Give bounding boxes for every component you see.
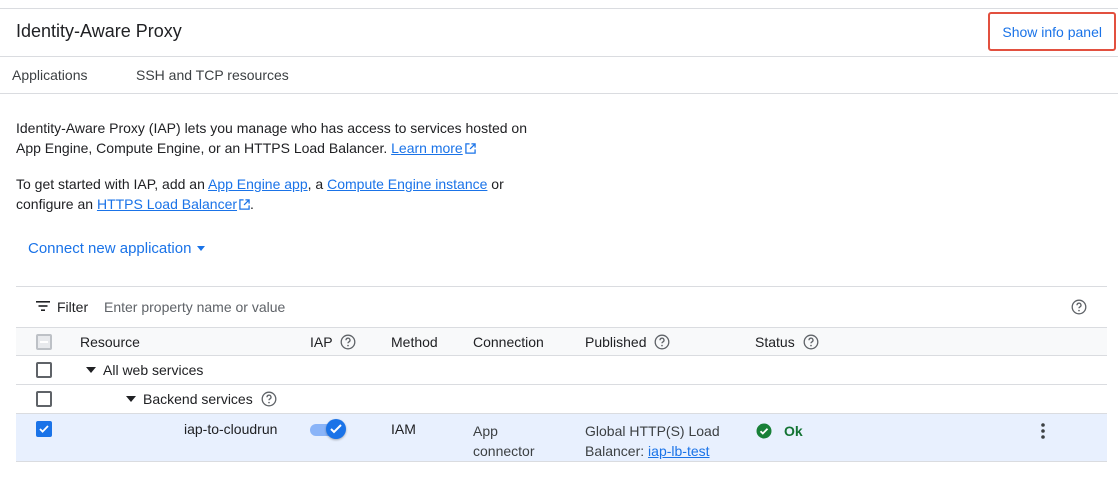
- tab-ssh-tcp-resources[interactable]: SSH and TCP resources: [136, 67, 289, 83]
- page-header: Identity-Aware Proxy Show info panel: [0, 9, 1118, 57]
- expand-arrow-icon[interactable]: [126, 396, 136, 402]
- connect-new-application-button[interactable]: Connect new application: [28, 240, 206, 257]
- backend-help-icon[interactable]: [261, 391, 277, 407]
- status-help-icon[interactable]: [803, 334, 819, 350]
- table-row-all-web-services[interactable]: All web services: [16, 356, 1107, 385]
- row-checkbox[interactable]: [36, 362, 52, 378]
- page-title: Identity-Aware Proxy: [16, 21, 182, 41]
- check-icon: [330, 424, 342, 434]
- caret-down-icon: [197, 246, 206, 251]
- row-checkbox-checked[interactable]: [36, 421, 52, 437]
- column-iap-label: IAP: [310, 334, 333, 350]
- or-text: or: [487, 176, 504, 192]
- status-text: Ok: [784, 423, 803, 439]
- filter-input[interactable]: [102, 295, 1002, 319]
- group-label: Backend services: [143, 391, 253, 407]
- table-header-row: Resource IAP Method Connection Published…: [16, 328, 1107, 356]
- intro-line1: Identity-Aware Proxy (IAP) lets you mana…: [16, 120, 527, 136]
- get-started-paragraph: To get started with IAP, add an App Engi…: [16, 174, 576, 214]
- app-engine-app-link[interactable]: App Engine app: [208, 176, 308, 192]
- expand-arrow-icon[interactable]: [86, 367, 96, 373]
- resources-table: Resource IAP Method Connection Published…: [16, 328, 1107, 462]
- check-icon: [39, 425, 49, 433]
- connection-line2: connector: [473, 443, 535, 459]
- iap-toggle[interactable]: [310, 419, 346, 439]
- group-label: All web services: [103, 362, 204, 378]
- tab-bar: Applications SSH and TCP resources: [0, 58, 1118, 94]
- table-row-backend-services[interactable]: Backend services: [16, 385, 1107, 414]
- published-help-icon[interactable]: [654, 334, 670, 350]
- show-info-panel-button[interactable]: Show info panel: [988, 12, 1116, 51]
- published-prefix: Balancer:: [585, 443, 649, 459]
- learn-more-link[interactable]: Learn more: [391, 140, 463, 156]
- tab-applications[interactable]: Applications: [12, 67, 88, 83]
- connection-line1: App: [473, 423, 498, 439]
- start-text: To get started with IAP, add an: [16, 176, 208, 192]
- intro-paragraph: Identity-Aware Proxy (IAP) lets you mana…: [16, 118, 576, 158]
- resource-name: iap-to-cloudrun: [184, 421, 278, 437]
- column-status: Status: [755, 334, 819, 350]
- connect-label: Connect new application: [28, 240, 192, 257]
- period-text: .: [250, 196, 254, 212]
- more-vert-icon[interactable]: [1036, 422, 1050, 440]
- configure-text: configure an: [16, 196, 97, 212]
- help-icon[interactable]: [1071, 299, 1087, 315]
- column-status-label: Status: [755, 334, 795, 350]
- check-circle-icon: [756, 423, 772, 439]
- comma-text: , a: [307, 176, 328, 192]
- column-published: Published: [585, 334, 670, 350]
- column-published-label: Published: [585, 334, 647, 350]
- group-all-web-services[interactable]: All web services: [86, 362, 203, 378]
- status-badge: Ok: [756, 423, 803, 439]
- published-line1: Global HTTP(S) Load: [585, 423, 720, 439]
- intro-line2: App Engine, Compute Engine, or an HTTPS …: [16, 140, 392, 156]
- https-load-balancer-link[interactable]: HTTPS Load Balancer: [97, 196, 237, 212]
- load-balancer-link[interactable]: iap-lb-test: [648, 443, 709, 459]
- method-value: IAM: [391, 421, 416, 437]
- filter-label: Filter: [57, 299, 89, 315]
- filter-icon: [36, 301, 50, 311]
- external-link-icon: [239, 199, 250, 210]
- toggle-knob: [326, 419, 346, 439]
- external-link-icon: [464, 143, 476, 154]
- column-resource[interactable]: Resource: [80, 334, 140, 350]
- column-method[interactable]: Method: [391, 334, 438, 350]
- column-connection[interactable]: Connection: [473, 334, 544, 350]
- group-backend-services[interactable]: Backend services: [126, 391, 277, 407]
- connection-value: App connector: [473, 421, 534, 461]
- column-iap: IAP: [310, 334, 356, 350]
- table-row-iap-to-cloudrun[interactable]: iap-to-cloudrun IAM App connector Global …: [16, 414, 1107, 462]
- published-value: Global HTTP(S) Load Balancer: iap-lb-test: [585, 421, 720, 461]
- select-all-checkbox[interactable]: [36, 334, 52, 350]
- iap-help-icon[interactable]: [340, 334, 356, 350]
- filter-bar: Filter: [16, 286, 1107, 328]
- row-checkbox[interactable]: [36, 391, 52, 407]
- compute-engine-instance-link[interactable]: Compute Engine instance: [327, 176, 487, 192]
